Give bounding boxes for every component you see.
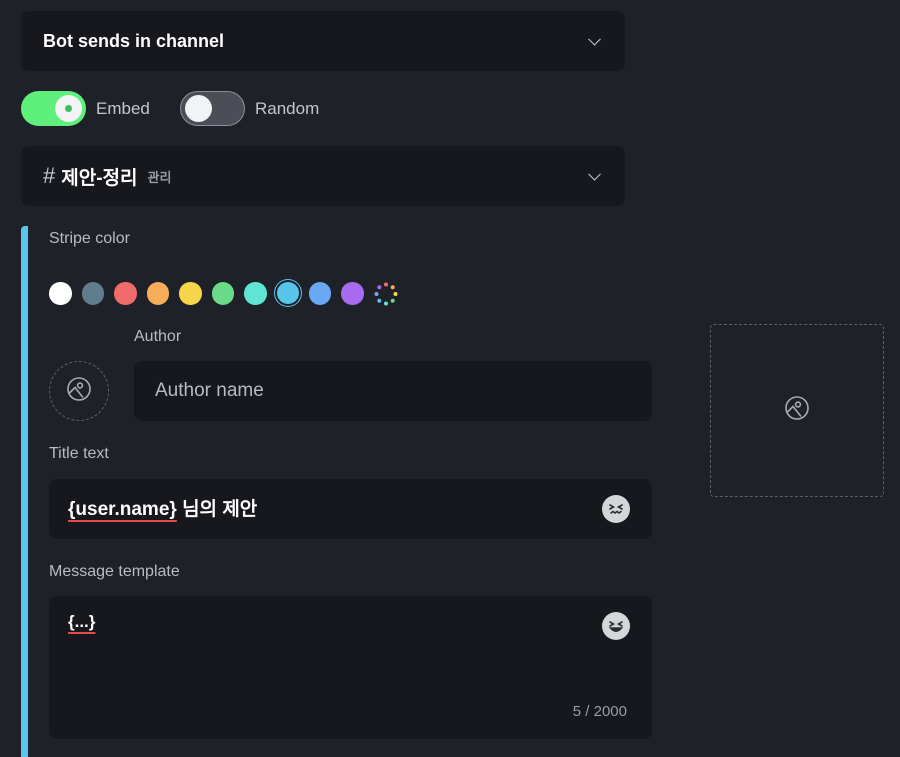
channel-category-tag: 관리 xyxy=(147,169,172,185)
chevron-down-icon xyxy=(588,32,601,46)
message-template-textarea[interactable]: {...} 5 / 2000 xyxy=(49,596,652,739)
chevron-down-icon xyxy=(588,167,601,181)
toggle-knob xyxy=(55,95,82,122)
embed-toggle[interactable] xyxy=(21,91,86,126)
message-variable: {...} xyxy=(68,612,96,631)
send-mode-value: Bot sends in channel xyxy=(43,30,225,51)
embed-color-stripe xyxy=(21,226,28,757)
toggle-knob xyxy=(185,95,212,122)
color-swatch-white[interactable] xyxy=(49,282,72,305)
author-avatar-upload[interactable] xyxy=(49,361,109,421)
title-rest: 님의 제안 xyxy=(176,499,258,520)
color-swatch-slate[interactable] xyxy=(81,282,104,305)
stripe-color-label: Stripe color xyxy=(49,230,130,247)
title-text-label: Title text xyxy=(49,445,109,462)
random-toggle[interactable] xyxy=(180,91,245,126)
character-counter: 5 / 2000 xyxy=(572,703,627,720)
image-icon xyxy=(66,376,92,407)
thumbnail-upload[interactable] xyxy=(710,324,884,497)
send-mode-select[interactable]: Bot sends in channel xyxy=(21,11,625,71)
color-swatch-blue[interactable] xyxy=(308,282,331,305)
author-name-input[interactable]: Author name xyxy=(134,361,652,421)
embed-toggle-label: Embed xyxy=(96,99,150,118)
color-swatch-green[interactable] xyxy=(211,282,234,305)
image-icon xyxy=(784,395,810,426)
emoji-picker-icon[interactable] xyxy=(602,612,630,640)
hash-icon: # xyxy=(43,163,56,188)
color-swatch-teal[interactable] xyxy=(244,282,267,305)
color-swatch-sky-selected[interactable] xyxy=(276,282,299,305)
color-swatch-red[interactable] xyxy=(114,282,137,305)
color-swatch-list xyxy=(49,282,397,306)
title-variable: {user.name} xyxy=(68,499,177,520)
emoji-picker-icon[interactable] xyxy=(602,495,630,523)
author-name-placeholder: Author name xyxy=(155,380,264,401)
channel-name: 제안-정리 xyxy=(61,167,138,189)
title-text-input[interactable]: {user.name} 님의 제안 xyxy=(49,479,652,539)
message-template-value: {...} xyxy=(68,612,95,632)
title-text-value: {user.name} 님의 제안 xyxy=(68,494,257,521)
channel-select[interactable]: # 제안-정리 관리 xyxy=(21,146,625,206)
color-swatch-orange[interactable] xyxy=(146,282,169,305)
color-swatch-purple[interactable] xyxy=(341,282,364,305)
message-template-label: Message template xyxy=(49,563,180,580)
random-toggle-label: Random xyxy=(255,99,320,118)
author-label: Author xyxy=(134,328,182,345)
color-wheel-icon[interactable] xyxy=(374,282,397,306)
color-swatch-yellow[interactable] xyxy=(179,282,202,305)
